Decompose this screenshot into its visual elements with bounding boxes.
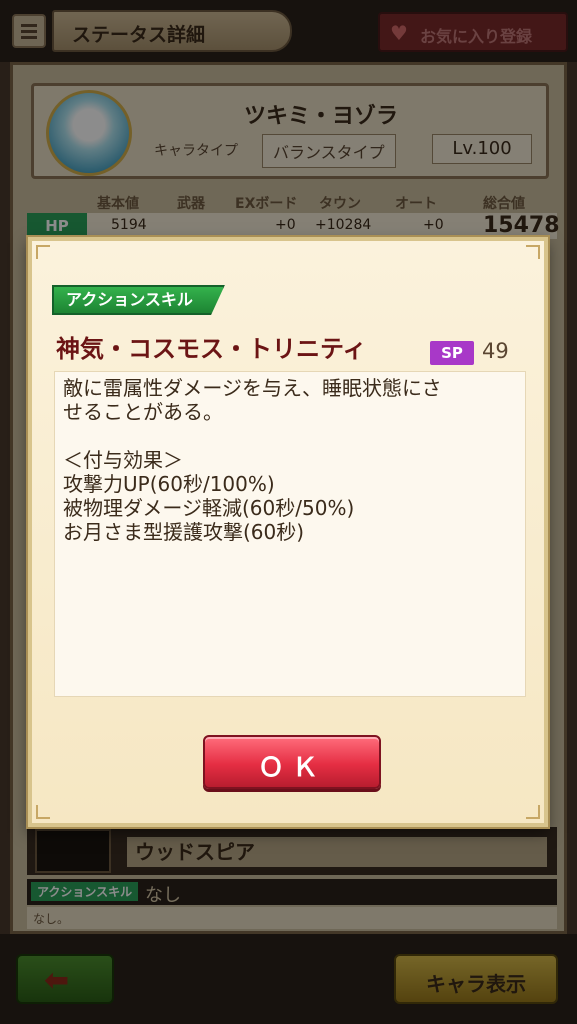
corner-ornament	[526, 245, 540, 259]
ok-button[interactable]: ＯＫ	[203, 735, 381, 789]
sp-badge: SP	[430, 341, 474, 365]
description-line: 敵に雷属性ダメージを与え、睡眠状態にさ	[63, 376, 442, 400]
corner-ornament	[36, 805, 50, 819]
description-line: ＜付与効果＞	[63, 448, 183, 472]
sp-value: 49	[482, 339, 509, 363]
skill-category-tag: アクションスキル	[52, 285, 225, 315]
corner-ornament	[36, 245, 50, 259]
corner-ornament	[526, 805, 540, 819]
skill-name: 神気・コスモス・トリニティ	[56, 335, 367, 363]
description-line	[63, 424, 517, 448]
description-line: 攻撃力UP(60秒/100%)	[63, 472, 275, 496]
skill-description-box: 敵に雷属性ダメージを与え、睡眠状態にさ せることがある。 ＜付与効果＞ 攻撃力U…	[54, 371, 526, 697]
description-line: お月さま型援護攻撃(60秒)	[63, 520, 305, 544]
description-line: 被物理ダメージ軽減(60秒/50%)	[63, 496, 355, 520]
skill-dialog: アクションスキル 神気・コスモス・トリニティ SP 49 敵に雷属性ダメージを与…	[28, 237, 548, 827]
description-line: せることがある。	[63, 400, 223, 424]
ok-label: ＯＫ	[257, 753, 326, 783]
